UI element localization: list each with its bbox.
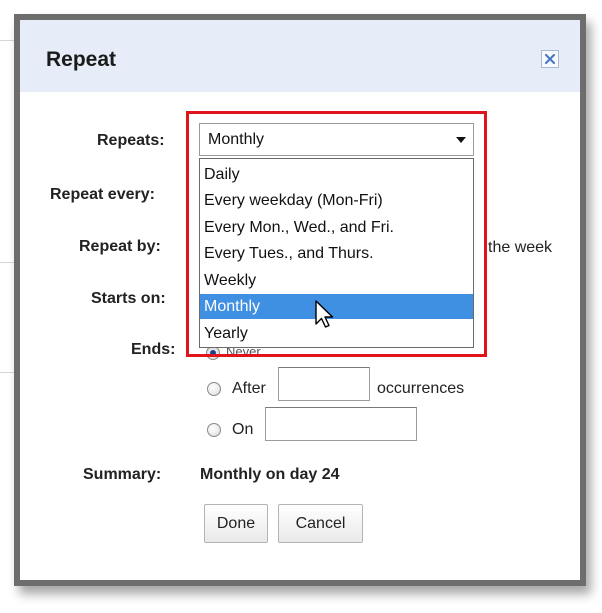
background-line [0,262,14,263]
starts-on-label: Starts on: [91,290,166,307]
cancel-button[interactable]: Cancel [278,504,363,543]
repeats-dropdown-list: Daily Every weekday (Mon-Fri) Every Mon.… [199,158,474,348]
background-line [0,40,14,41]
close-button[interactable] [541,50,559,68]
repeat-every-label: Repeat every: [50,186,155,203]
dropdown-option-mon-wed-fri[interactable]: Every Mon., Wed., and Fri. [200,215,473,240]
dropdown-option-weekly[interactable]: Weekly [200,268,473,293]
repeat-by-label: Repeat by: [79,238,161,255]
ends-label: Ends: [131,341,176,358]
repeat-by-option-text: the week [488,239,553,256]
occurrences-label: occurrences [377,380,465,397]
dialog-header: Repeat [20,20,580,92]
dialog-title: Repeat [46,48,117,71]
end-date-input[interactable] [265,407,417,441]
page: Repeat Repeats: Repeat every: Repeat by:… [0,0,602,613]
dropdown-option-daily[interactable]: Daily [200,162,473,187]
summary-label: Summary: [83,466,162,483]
background-line [0,372,14,373]
repeats-select-value: Monthly [208,131,265,148]
chevron-down-icon [456,137,466,143]
summary-value: Monthly on day 24 [200,466,340,483]
dropdown-option-monthly[interactable]: Monthly [200,294,473,319]
done-button[interactable]: Done [204,504,268,543]
ends-after-radio[interactable] [207,382,221,396]
dropdown-option-tues-thurs[interactable]: Every Tues., and Thurs. [200,241,473,266]
ends-after-label: After [232,380,266,397]
ends-on-label: On [232,421,254,438]
dropdown-option-yearly[interactable]: Yearly [200,321,473,346]
repeats-select[interactable]: Monthly [199,123,474,156]
ends-on-radio[interactable] [207,423,221,437]
dropdown-option-every-weekday[interactable]: Every weekday (Mon-Fri) [200,188,473,213]
close-icon [544,53,556,65]
occurrences-input[interactable] [278,367,370,401]
mouse-pointer-icon [315,300,334,328]
repeats-label: Repeats: [97,132,165,149]
